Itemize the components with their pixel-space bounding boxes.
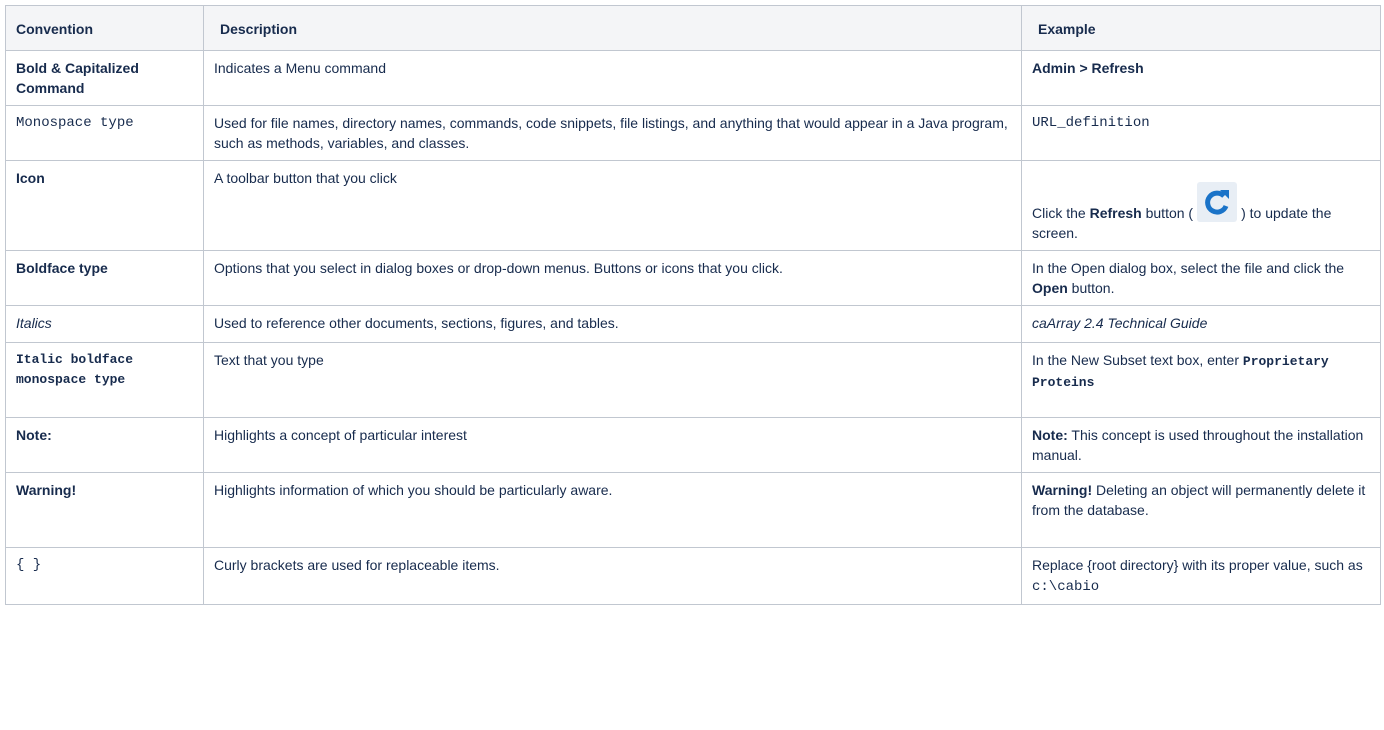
example-bold-text: Warning! <box>1032 482 1093 498</box>
convention-cell: Icon <box>5 160 204 251</box>
example-cell: Replace {root directory} with its proper… <box>1021 547 1381 605</box>
description-cell: Highlights information of which you shou… <box>203 472 1022 548</box>
example-text: Click the <box>1032 205 1090 221</box>
convention-cell: Italics <box>5 305 204 343</box>
example-cell: caArray 2.4 Technical Guide <box>1021 305 1381 343</box>
example-cell: In the Open dialog box, select the file … <box>1021 250 1381 306</box>
example-text: In the New Subset text box, enter <box>1032 352 1243 368</box>
table-row: Note: Highlights a concept of particular… <box>5 417 1381 473</box>
table-row: Bold & Capitalized Command Indicates a M… <box>5 50 1381 106</box>
refresh-icon <box>1197 182 1238 222</box>
convention-cell: { } <box>5 547 204 605</box>
description-cell: A toolbar button that you click <box>203 160 1022 251</box>
header-description: Description <box>203 5 1022 51</box>
example-bold-text: Note: <box>1032 427 1068 443</box>
example-cell: Admin > Refresh <box>1021 50 1381 106</box>
example-cell: Note: This concept is used throughout th… <box>1021 417 1381 473</box>
example-cell: Warning! Deleting an object will permane… <box>1021 472 1381 548</box>
example-cell: In the New Subset text box, enter Propri… <box>1021 342 1381 418</box>
table-header-row: Convention Description Example <box>5 5 1381 51</box>
convention-cell: Bold & Capitalized Command <box>5 50 204 106</box>
convention-cell: Monospace type <box>5 105 204 161</box>
table-row: Monospace type Used for file names, dire… <box>5 105 1381 161</box>
example-bold-text: Refresh <box>1089 205 1142 221</box>
table-row: Italics Used to reference other document… <box>5 305 1381 343</box>
description-cell: Text that you type <box>203 342 1022 418</box>
table-row: Icon A toolbar button that you click Cli… <box>5 160 1381 251</box>
example-bold-text: Open <box>1032 280 1068 296</box>
conventions-table: Convention Description Example Bold & Ca… <box>5 5 1381 605</box>
convention-cell: Boldface type <box>5 250 204 306</box>
description-cell: Used for file names, directory names, co… <box>203 105 1022 161</box>
header-example: Example <box>1021 5 1381 51</box>
table-row: { } Curly brackets are used for replacea… <box>5 547 1381 605</box>
example-cell: Click the Refresh button () to update th… <box>1021 160 1381 251</box>
example-text: button. <box>1067 280 1115 296</box>
table-row: Warning! Highlights information of which… <box>5 472 1381 548</box>
example-text: This concept is used throughout the inst… <box>1032 427 1364 463</box>
description-cell: Curly brackets are used for replaceable … <box>203 547 1022 605</box>
table-row: Italic boldface monospace type Text that… <box>5 342 1381 418</box>
example-text: Replace {root directory} with its proper… <box>1032 557 1363 573</box>
example-cell: URL_definition <box>1021 105 1381 161</box>
example-text: In the Open dialog box, select the file … <box>1032 260 1345 276</box>
description-cell: Highlights a concept of particular inter… <box>203 417 1022 473</box>
convention-cell: Warning! <box>5 472 204 548</box>
description-cell: Options that you select in dialog boxes … <box>203 250 1022 306</box>
convention-cell: Note: <box>5 417 204 473</box>
header-convention: Convention <box>5 5 204 51</box>
example-text: button ( <box>1141 205 1194 221</box>
table-row: Boldface type Options that you select in… <box>5 250 1381 306</box>
description-cell: Used to reference other documents, secti… <box>203 305 1022 343</box>
convention-cell: Italic boldface monospace type <box>5 342 204 418</box>
description-cell: Indicates a Menu command <box>203 50 1022 106</box>
example-code-text: c:\cabio <box>1032 579 1100 595</box>
